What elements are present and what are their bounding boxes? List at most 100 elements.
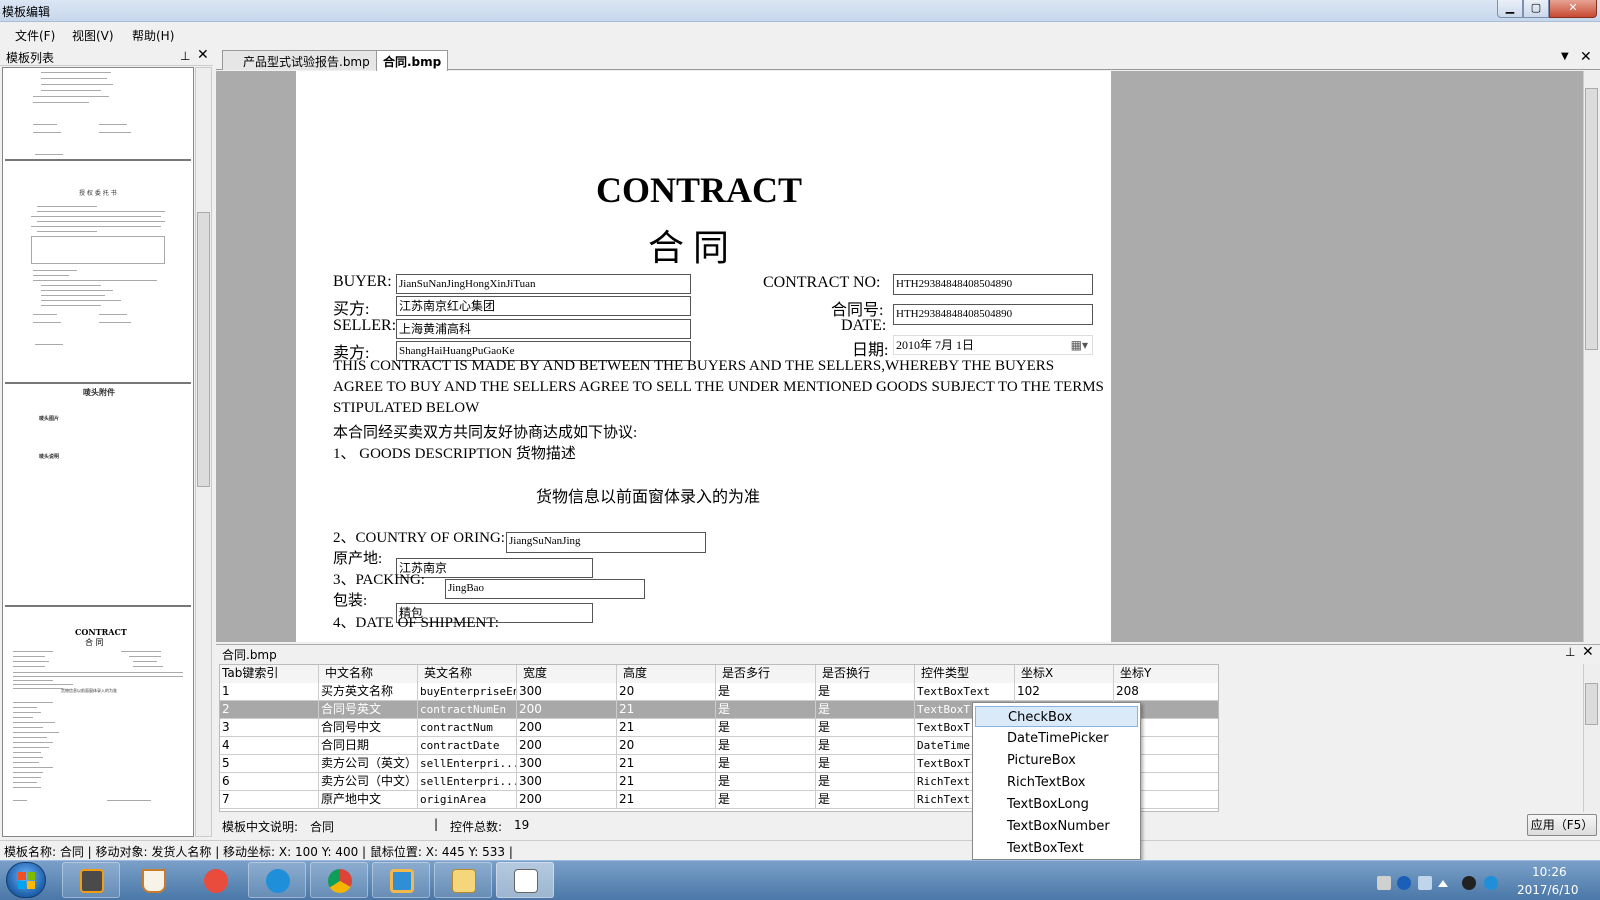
table-cell[interactable]: contractNumEn xyxy=(418,701,517,719)
column-header[interactable]: 高度 xyxy=(617,665,716,683)
packing-field[interactable]: JingBao xyxy=(445,579,645,599)
clock-date[interactable]: 2017/6/10 xyxy=(1517,883,1579,897)
table-cell[interactable]: buyEnterpriseEn xyxy=(418,683,517,701)
table-cell[interactable]: contractNum xyxy=(418,719,517,737)
column-header[interactable]: 是否换行 xyxy=(816,665,915,683)
taskbar-app-java[interactable] xyxy=(124,862,182,898)
table-cell[interactable]: 7 xyxy=(220,791,319,809)
tab-product-report[interactable]: 产品型式试验报告.bmp xyxy=(222,50,377,70)
keyboard-icon[interactable] xyxy=(1377,876,1391,890)
table-cell[interactable]: 合同号英文 xyxy=(319,701,418,719)
table-cell[interactable]: 6 xyxy=(220,773,319,791)
contract-no-field[interactable]: HTH29384848408504890 xyxy=(893,274,1093,295)
table-cell[interactable]: 200 xyxy=(517,701,617,719)
template-thumbnail[interactable] xyxy=(5,68,191,161)
template-description-value[interactable]: 合同 xyxy=(310,818,334,835)
table-cell[interactable]: 5 xyxy=(220,755,319,773)
column-header[interactable]: Tab键索引 xyxy=(220,665,319,683)
seller-en-field[interactable]: 上海黄浦高科 xyxy=(396,319,691,339)
buyer-cn-field[interactable]: 江苏南京红心集团 xyxy=(396,296,691,316)
scrollbar-thumb[interactable] xyxy=(1585,88,1598,350)
table-cell[interactable]: originArea xyxy=(418,791,517,809)
table-cell[interactable]: 300 xyxy=(517,755,617,773)
table-cell[interactable]: 是 xyxy=(816,701,915,719)
table-cell[interactable]: contractDate xyxy=(418,737,517,755)
template-thumbnail[interactable]: 唛头附件 唛头图片 唛头说明 xyxy=(5,385,191,607)
k-tray-icon[interactable] xyxy=(1484,876,1498,890)
table-cell[interactable]: 21 xyxy=(617,701,716,719)
close-icon[interactable]: ✕ xyxy=(1582,644,1594,660)
scrollbar-thumb[interactable] xyxy=(1585,683,1598,725)
table-cell[interactable]: 卖方公司（中文） xyxy=(319,773,418,791)
column-header[interactable]: 坐标X xyxy=(1015,665,1114,683)
column-header[interactable]: 坐标Y xyxy=(1114,665,1218,683)
table-cell[interactable]: 是 xyxy=(716,791,816,809)
tab-list-dropdown-icon[interactable]: ▼ xyxy=(1561,51,1569,62)
country-origin-field[interactable]: JiangSuNanJing xyxy=(506,532,706,553)
column-header[interactable]: 宽度 xyxy=(517,665,617,683)
table-cell[interactable]: 是 xyxy=(816,791,915,809)
table-cell[interactable]: 3 xyxy=(220,719,319,737)
table-cell[interactable]: 是 xyxy=(816,683,915,701)
table-cell[interactable]: 是 xyxy=(716,701,816,719)
contract-no-cn-field[interactable]: HTH29384848408504890 xyxy=(893,304,1093,325)
table-cell[interactable]: 是 xyxy=(716,755,816,773)
apply-button[interactable]: 应用（F5） xyxy=(1527,814,1597,836)
menu-file[interactable]: 文件(F) xyxy=(15,27,55,44)
pin-icon[interactable]: ⊥ xyxy=(1565,645,1575,659)
table-row[interactable]: 1 买方英文名称 buyEnterpriseEn 300 20 是是 TextBoxText… xyxy=(220,683,1218,701)
taskbar-app-explorer[interactable] xyxy=(434,862,492,898)
option-picturebox[interactable]: PictureBox xyxy=(975,750,1138,771)
table-cell[interactable]: 21 xyxy=(617,719,716,737)
help-icon[interactable] xyxy=(1397,876,1411,890)
table-cell[interactable]: 是 xyxy=(716,719,816,737)
table-cell[interactable]: 21 xyxy=(617,773,716,791)
option-checkbox[interactable]: CheckBox xyxy=(975,706,1138,727)
template-thumbnail[interactable]: CONTRACT 合 同 货物信息以前面窗体录入的为准 xyxy=(5,608,191,836)
table-cell[interactable]: 208 xyxy=(1114,683,1218,701)
taskbar-app-sublime[interactable] xyxy=(62,862,120,898)
table-cell[interactable]: 是 xyxy=(716,737,816,755)
table-cell[interactable]: 200 xyxy=(517,791,617,809)
option-textboxtext[interactable]: TextBoxText xyxy=(975,838,1138,859)
menu-help[interactable]: 帮助(H) xyxy=(132,27,174,44)
table-cell[interactable]: 合同号中文 xyxy=(319,719,418,737)
option-textboxnumber[interactable]: TextBoxNumber xyxy=(975,816,1138,837)
table-cell[interactable]: TextBoxText xyxy=(915,683,1015,701)
table-cell[interactable]: 200 xyxy=(517,719,617,737)
calendar-dropdown-icon[interactable]: ▦▾ xyxy=(1071,336,1088,354)
close-window-button[interactable]: ✕ xyxy=(1549,0,1597,18)
table-cell[interactable]: 是 xyxy=(716,773,816,791)
table-cell[interactable]: 卖方公司（英文） xyxy=(319,755,418,773)
table-cell[interactable]: sellEnterpri... xyxy=(418,755,517,773)
taskbar-app-template-editor[interactable] xyxy=(496,862,554,898)
option-textboxlong[interactable]: TextBoxLong xyxy=(975,794,1138,815)
table-cell[interactable]: 21 xyxy=(617,791,716,809)
table-cell[interactable]: 是 xyxy=(816,737,915,755)
table-cell[interactable]: 合同日期 xyxy=(319,737,418,755)
column-header[interactable]: 中文名称 xyxy=(319,665,418,683)
column-header[interactable]: 是否多行 xyxy=(716,665,816,683)
start-button[interactable] xyxy=(6,862,46,898)
table-cell[interactable]: 是 xyxy=(816,719,915,737)
table-cell[interactable]: 买方英文名称 xyxy=(319,683,418,701)
template-thumbnail-list[interactable]: 授 权 委 托 书 唛头附件 唛头图片 唛头说明 CONTRACT 合 同 货物… xyxy=(2,67,194,837)
origin-cn-field[interactable]: 江苏南京 xyxy=(396,558,593,578)
table-cell[interactable]: sellEnterpri... xyxy=(418,773,517,791)
table-cell[interactable]: 20 xyxy=(617,683,716,701)
close-icon[interactable]: ✕ xyxy=(197,47,209,63)
control-type-dropdown[interactable]: CheckBox DateTimePicker PictureBox RichT… xyxy=(972,702,1141,860)
column-header[interactable]: 控件类型 xyxy=(915,665,1015,683)
table-cell[interactable]: 300 xyxy=(517,683,617,701)
buyer-en-field[interactable]: JianSuNanJingHongXinJiTuan xyxy=(396,274,691,294)
template-thumbnail[interactable]: 授 权 委 托 书 xyxy=(5,162,191,384)
qq-icon[interactable] xyxy=(1462,876,1476,890)
option-datetimepicker[interactable]: DateTimePicker xyxy=(975,728,1138,749)
minimize-button[interactable]: ▁ xyxy=(1497,0,1523,18)
table-cell[interactable]: 2 xyxy=(220,701,319,719)
table-cell[interactable]: 是 xyxy=(816,773,915,791)
taskbar-app-visual-studio[interactable] xyxy=(372,862,430,898)
table-cell[interactable]: 102 xyxy=(1015,683,1114,701)
table-cell[interactable]: 21 xyxy=(617,755,716,773)
taskbar-app-k[interactable] xyxy=(248,862,306,898)
